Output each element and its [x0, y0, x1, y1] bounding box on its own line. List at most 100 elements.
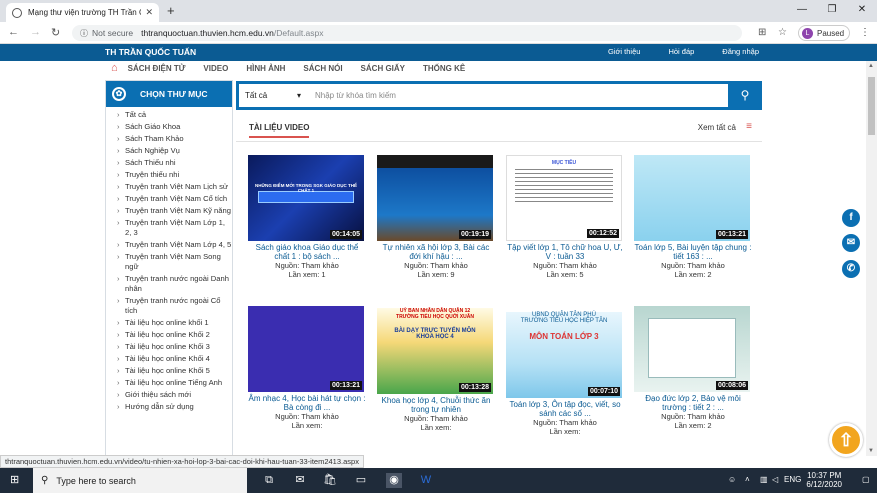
sidebar-item[interactable]: Truyện thiếu nhi [117, 170, 232, 180]
sidebar-item[interactable]: Sách Nghiệp Vụ [117, 146, 232, 156]
sidebar-item[interactable]: Truyện tranh Việt Nam Kỹ năng [117, 206, 232, 216]
sidebar-item[interactable]: Tài liệu học online Khối 5 [117, 366, 232, 376]
file-explorer-icon[interactable]: ▭ [353, 473, 369, 488]
video-title[interactable]: Sách giáo khoa Giáo dục thể chất 1 : bộ … [248, 243, 366, 261]
scroll-thumb[interactable] [868, 77, 875, 135]
sidebar-item[interactable]: Truyện tranh Việt Nam Lớp 1, 2, 3 [117, 218, 232, 238]
task-view-icon[interactable]: ⧉ [261, 473, 277, 488]
link-faq[interactable]: Hỏi đáp [668, 47, 694, 56]
notifications-icon[interactable]: ▢ [862, 475, 870, 484]
video-card[interactable]: 00:19:19 Tự nhiên xã hội lớp 3, Bài các đ… [377, 155, 495, 279]
clock[interactable]: 10:37 PM 6/12/2020 [806, 471, 842, 489]
list-icon[interactable]: ≡ [746, 121, 752, 132]
phone-icon[interactable]: ✆ [842, 260, 860, 278]
video-title[interactable]: Đạo đức lớp 2, Bảo vệ môi trường : tiết … [634, 394, 752, 412]
video-card[interactable]: 00:08:06 Đạo đức lớp 2, Bảo vệ môi trường… [634, 306, 752, 430]
chrome-icon[interactable]: ◉ [386, 473, 402, 488]
video-title[interactable]: Tập viết lớp 1, Tô chữ hoa U, Ư, V : tuầ… [506, 243, 624, 261]
video-title[interactable]: Khoa học lớp 4, Chuỗi thức ăn trong tự n… [377, 396, 495, 414]
video-card[interactable]: NHỮNG ĐIỂM MỚI TRONG SGK GIÁO DỤC THỂ CH… [248, 155, 366, 279]
video-card[interactable]: 00:13:21 Toán lớp 5, Bài luyện tập chung … [634, 155, 752, 279]
menu-video[interactable]: VIDEO [203, 64, 228, 73]
sidebar-item[interactable]: Tất cả [117, 110, 232, 120]
video-thumbnail[interactable]: UỶ BAN NHÂN DÂN QUẬN 12 TRƯỜNG TIỂU HỌC Q… [377, 308, 493, 394]
sidebar-item[interactable]: Truyện tranh Việt Nam Lớp 4, 5 [117, 240, 232, 250]
minimize-icon[interactable]: — [787, 0, 817, 20]
menu-print-books[interactable]: SÁCH GIẤY [361, 64, 405, 73]
link-intro[interactable]: Giới thiệu [608, 47, 640, 56]
scroll-down-icon[interactable]: ▼ [868, 448, 874, 454]
word-icon[interactable]: W [418, 473, 434, 488]
search-input[interactable]: Nhập từ khóa tìm kiếm [307, 91, 396, 100]
sidebar-item[interactable]: Tài liệu học online khối 1 [117, 318, 232, 328]
tray-chevron-icon[interactable]: ˄ [745, 475, 750, 484]
sidebar-item[interactable]: Tài liệu học online Khối 3 [117, 342, 232, 352]
close-window-icon[interactable]: ✕ [847, 0, 877, 20]
video-thumbnail[interactable]: 00:13:21 [248, 306, 364, 392]
sidebar-item[interactable]: Truyện tranh Việt Nam Lịch sử [117, 182, 232, 192]
video-thumbnail[interactable]: 00:08:06 [634, 306, 750, 392]
browser-tab[interactable]: Mạng thư viện trường TH Trần C ✕ [6, 3, 159, 22]
network-icon[interactable]: ▥ [760, 475, 768, 484]
scroll-up-icon[interactable]: ▲ [868, 63, 874, 69]
video-title[interactable]: Tự nhiên xã hội lớp 3, Bài các đới khí h… [377, 243, 495, 261]
sidebar-item[interactable]: Giới thiệu sách mới [117, 390, 232, 400]
scrollbar[interactable]: ▲ ▼ [866, 61, 877, 456]
translate-icon[interactable]: ⊞ [758, 27, 766, 38]
menu-icon[interactable]: ⋮ [860, 27, 870, 38]
new-tab-icon[interactable]: + [167, 3, 175, 18]
video-title[interactable]: Toán lớp 3, Ôn tập đọc, viết, so sánh cá… [506, 400, 624, 418]
star-icon[interactable]: ☆ [778, 27, 787, 38]
reload-icon[interactable]: ↻ [51, 26, 60, 39]
maximize-icon[interactable]: ❐ [817, 0, 847, 20]
video-thumbnail[interactable]: 00:19:19 [377, 155, 493, 241]
back-to-top-button[interactable]: ⇧ [829, 423, 863, 457]
sidebar-item[interactable]: Truyện tranh nước ngoài Cổ tích [117, 296, 232, 316]
language-indicator[interactable]: ENG [784, 475, 801, 484]
sidebar-item[interactable]: Tài liệu học online Khối 4 [117, 354, 232, 364]
sidebar-item[interactable]: Truyện tranh Việt Nam Cổ tích [117, 194, 232, 204]
info-icon[interactable]: ⓘ [80, 28, 88, 39]
video-thumbnail[interactable]: MỤC TIÊU 00:12:52 [506, 155, 622, 241]
store-icon[interactable]: 🛍 [322, 473, 338, 488]
sidebar-item[interactable]: Truyện tranh nước ngoài Danh nhân [117, 274, 232, 294]
video-card[interactable]: MỤC TIÊU 00:12:52 Tập viết lớp 1, Tô chữ h… [506, 155, 624, 279]
video-card[interactable]: 00:13:21 Âm nhạc 4, Học bài hát tự chọn :… [248, 306, 366, 430]
menu-images[interactable]: HÌNH ẢNH [246, 64, 285, 73]
video-title[interactable]: Âm nhạc 4, Học bài hát tự chọn : Bà còng… [248, 394, 366, 412]
mail-app-icon[interactable]: ✉ [292, 473, 308, 488]
video-thumbnail[interactable]: UBND QUẬN TÂN PHÚ TRƯỜNG TIỂU HỌC HIỆP TÂ… [506, 312, 622, 398]
address-bar[interactable]: ⓘ Not secure thtranquoctuan.thuvien.hcm.… [72, 25, 742, 41]
video-section-title[interactable]: TÀI LIỆU VIDEO [249, 123, 310, 138]
link-login[interactable]: Đăng nhập [722, 47, 759, 56]
video-title[interactable]: Toán lớp 5, Bài luyện tập chung : tiết 1… [634, 243, 752, 261]
back-icon[interactable]: ← [8, 26, 19, 38]
sidebar-item[interactable]: Tài liệu học online Tiếng Anh [117, 378, 232, 388]
sidebar-item[interactable]: Truyện tranh Việt Nam Song ngữ [117, 252, 232, 272]
people-icon[interactable]: ☺ [728, 475, 736, 484]
see-all-link[interactable]: Xem tất cả [698, 123, 736, 132]
sidebar-item[interactable]: Sách Tham Khảo [117, 134, 232, 144]
video-card[interactable]: UỶ BAN NHÂN DÂN QUẬN 12 TRƯỜNG TIỂU HỌC Q… [377, 306, 495, 432]
sidebar-item[interactable]: Sách Thiếu nhi [117, 158, 232, 168]
windows-start-icon[interactable]: ⊞ [10, 474, 22, 486]
category-select[interactable]: Tất cả ▾ [239, 91, 307, 100]
sidebar-item[interactable]: Tài liệu học online Khối 2 [117, 330, 232, 340]
video-thumbnail[interactable]: 00:13:21 [634, 155, 750, 241]
sidebar-item[interactable]: Sách Giáo Khoa [117, 122, 232, 132]
volume-icon[interactable]: ◁ [772, 475, 778, 484]
search-button[interactable]: ⚲ [728, 81, 762, 110]
site-brand[interactable]: TH TRẦN QUỐC TUẤN [105, 47, 196, 57]
forward-icon[interactable]: → [30, 26, 41, 38]
close-tab-icon[interactable]: ✕ [145, 7, 153, 18]
mail-icon[interactable]: ✉ [842, 234, 860, 252]
video-card[interactable]: UBND QUẬN TÂN PHÚ TRƯỜNG TIỂU HỌC HIỆP TÂ… [506, 306, 624, 436]
menu-audiobooks[interactable]: SÁCH NÓI [303, 64, 342, 73]
sidebar-item[interactable]: Hướng dẫn sử dụng [117, 402, 232, 412]
menu-ebooks[interactable]: SÁCH ĐIỆN TỬ [128, 64, 186, 73]
taskbar-search[interactable]: ⚲ Type here to search [33, 468, 247, 493]
home-icon[interactable]: ⌂ [111, 62, 118, 74]
profile-button[interactable]: L Paused [798, 25, 850, 41]
facebook-icon[interactable]: f [842, 209, 860, 227]
menu-statistics[interactable]: THỐNG KÊ [423, 64, 465, 73]
